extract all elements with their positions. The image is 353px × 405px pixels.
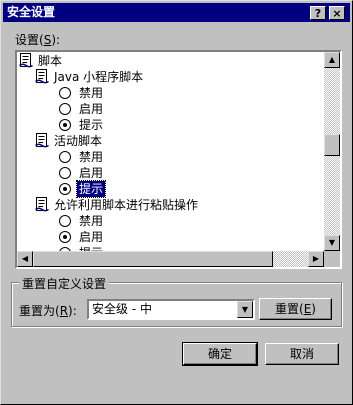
option-row[interactable]: 禁用 [59, 149, 105, 165]
arrow-up-icon: ▲ [328, 55, 336, 64]
setting-row[interactable]: 允许利用脚本进行粘贴操作 [35, 197, 200, 213]
security-level-value: 安全级 - 中 [92, 302, 152, 316]
security-level-select[interactable]: 安全级 - 中 ▼ [87, 299, 255, 320]
option-row[interactable]: 启用 [59, 101, 105, 117]
scroll-left-button[interactable]: ◀ [17, 251, 33, 267]
option-row[interactable]: 禁用 [59, 85, 105, 101]
settings-listbox[interactable]: 脚本 Java 小程序脚本 禁用 启用 提示 活动脚本 禁用 启用 提示 允许利用脚本进行粘贴操作… [15, 50, 342, 269]
title-bar: 安全设置 ? × [3, 3, 350, 22]
radio-unchecked[interactable] [59, 87, 71, 99]
radio-unchecked[interactable] [59, 167, 71, 179]
option-row[interactable]: 启用 [59, 229, 105, 245]
tree-item-label: 启用 [79, 102, 104, 116]
tree-item-label: 提示 [75, 180, 107, 198]
radio-checked[interactable] [59, 183, 71, 195]
horizontal-scroll-thumb[interactable] [33, 251, 273, 267]
ok-button[interactable]: 确定 [182, 342, 258, 366]
vertical-scrollbar[interactable]: ▲ ▼ [324, 52, 340, 251]
scroll-right-button[interactable]: ▶ [308, 251, 324, 267]
option-row[interactable]: 启用 [59, 165, 105, 181]
cancel-button[interactable]: 取消 [265, 343, 339, 365]
option-row[interactable]: 禁用 [59, 213, 105, 229]
tree-item-label: 禁用 [79, 150, 104, 164]
arrow-left-icon: ◀ [21, 254, 29, 263]
scroll-down-button[interactable]: ▼ [324, 235, 340, 251]
tree-item-label: 脚本 [38, 54, 63, 68]
radio-unchecked[interactable] [59, 103, 71, 115]
radio-unchecked[interactable] [59, 151, 71, 163]
tree-item-label: 禁用 [79, 86, 104, 100]
reset-to-label: 重置为(R): [19, 304, 77, 318]
arrow-right-icon: ▶ [312, 254, 320, 263]
tree-item-label: 启用 [79, 230, 104, 244]
window-title: 安全设置 [7, 5, 56, 19]
script-icon [35, 133, 49, 148]
arrow-down-icon: ▼ [328, 238, 336, 247]
tree-item-label: 活动脚本 [54, 134, 103, 148]
tree-item-label: 启用 [79, 166, 104, 180]
category-row[interactable]: 脚本 [19, 53, 64, 69]
reset-button[interactable]: 重置(E) [259, 298, 332, 320]
close-icon: × [332, 7, 342, 20]
scroll-up-button[interactable]: ▲ [324, 52, 340, 68]
help-button[interactable]: ? [310, 6, 326, 20]
reset-group-title: 重置自定义设置 [19, 275, 110, 292]
setting-row[interactable]: 活动脚本 [35, 133, 104, 149]
script-icon [19, 53, 33, 68]
dropdown-button[interactable]: ▼ [237, 301, 253, 318]
option-row[interactable]: 提示 [59, 180, 107, 198]
tree-item-label: Java 小程序脚本 [54, 70, 144, 84]
chevron-down-icon: ▼ [241, 305, 249, 314]
tree-item-label: 禁用 [79, 214, 104, 228]
radio-checked[interactable] [59, 231, 71, 243]
horizontal-scrollbar[interactable]: ◀ ▶ [17, 251, 324, 267]
radio-unchecked[interactable] [59, 215, 71, 227]
scrollbar-corner [324, 251, 340, 267]
close-button[interactable]: × [329, 6, 345, 20]
vertical-scroll-thumb[interactable] [324, 134, 340, 156]
option-row[interactable]: 提示 [59, 117, 105, 133]
help-icon: ? [314, 7, 322, 20]
radio-checked[interactable] [59, 119, 71, 131]
tree-item-label: 提示 [79, 118, 104, 132]
tree-item-label: 允许利用脚本进行粘贴操作 [54, 198, 199, 212]
script-icon [35, 197, 49, 212]
setting-row[interactable]: Java 小程序脚本 [35, 69, 145, 85]
script-icon [35, 69, 49, 84]
settings-label: 设置(S): [15, 33, 61, 47]
security-settings-dialog: 安全设置 ? × 设置(S): 脚本 Java 小程序脚本 禁用 启用 提示 活动脚本 禁用… [0, 0, 353, 405]
